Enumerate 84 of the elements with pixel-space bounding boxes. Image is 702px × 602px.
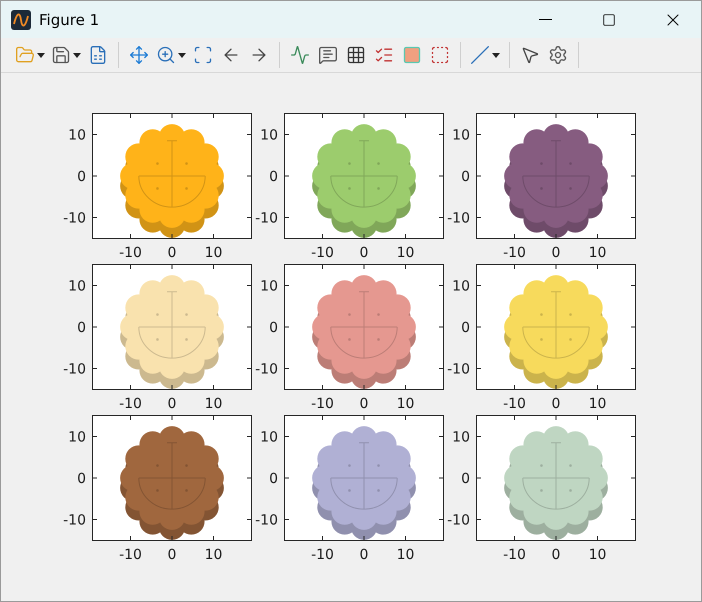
cake-pattern bbox=[522, 442, 590, 510]
grid-icon bbox=[346, 45, 366, 65]
y-tick-label: 10 bbox=[68, 278, 86, 294]
caret-icon bbox=[37, 52, 45, 58]
y-tick-label: -10 bbox=[255, 210, 278, 226]
wave-icon bbox=[290, 45, 310, 65]
cake-pattern bbox=[138, 140, 206, 208]
cake-pattern bbox=[138, 291, 206, 359]
y-tick-label: 10 bbox=[452, 128, 470, 144]
y-tick-label: -10 bbox=[447, 512, 470, 528]
y-tick-label: 0 bbox=[461, 471, 470, 487]
y-tick-label: 10 bbox=[68, 430, 86, 446]
y-tick-label: 10 bbox=[452, 430, 470, 446]
cake-pattern bbox=[330, 140, 398, 208]
cake-pattern bbox=[330, 291, 398, 359]
y-tick-label: -10 bbox=[447, 210, 470, 226]
x-tick-label: 0 bbox=[168, 396, 176, 412]
y-tick-label: -10 bbox=[63, 512, 86, 528]
x-tick-label: -10 bbox=[119, 547, 142, 563]
x-tick-label: 0 bbox=[552, 396, 560, 412]
frame-corners-icon bbox=[193, 45, 213, 65]
y-tick-label: 10 bbox=[68, 128, 86, 144]
x-tick-label: 10 bbox=[588, 396, 606, 412]
y-tick-label: 0 bbox=[77, 471, 86, 487]
x-tick-label: 10 bbox=[204, 245, 222, 261]
x-tick-label: 0 bbox=[552, 245, 560, 261]
line-icon bbox=[470, 45, 490, 65]
x-tick-label: 0 bbox=[168, 547, 176, 563]
x-tick-label: -10 bbox=[311, 396, 334, 412]
x-tick-label: -10 bbox=[119, 245, 142, 261]
y-tick-label: 0 bbox=[269, 471, 278, 487]
x-tick-label: 0 bbox=[360, 245, 368, 261]
cake-pattern bbox=[330, 442, 398, 510]
y-tick-label: -10 bbox=[255, 362, 278, 378]
x-tick-label: -10 bbox=[311, 245, 334, 261]
x-tick-label: 0 bbox=[360, 547, 368, 563]
dashed-square-icon bbox=[430, 45, 450, 65]
x-tick-label: 10 bbox=[396, 547, 414, 563]
caret-icon bbox=[492, 52, 500, 58]
x-tick-label: -10 bbox=[311, 547, 334, 563]
app-logo-icon bbox=[11, 10, 31, 30]
y-tick-label: 0 bbox=[269, 169, 278, 185]
x-tick-label: 10 bbox=[204, 396, 222, 412]
y-tick-label: 10 bbox=[260, 430, 278, 446]
x-tick-label: 10 bbox=[396, 396, 414, 412]
y-tick-label: 0 bbox=[461, 169, 470, 185]
y-tick-label: 10 bbox=[260, 278, 278, 294]
y-tick-label: 0 bbox=[269, 320, 278, 336]
settings-icon bbox=[548, 45, 568, 65]
maximize-icon bbox=[602, 12, 616, 26]
y-tick-label: -10 bbox=[255, 512, 278, 528]
x-tick-label: -10 bbox=[503, 396, 526, 412]
y-tick-label: -10 bbox=[447, 362, 470, 378]
cursor-arrow-icon bbox=[520, 45, 540, 65]
x-tick-label: 10 bbox=[588, 547, 606, 563]
x-tick-label: 0 bbox=[360, 396, 368, 412]
x-tick-label: -10 bbox=[119, 396, 142, 412]
x-tick-label: 10 bbox=[396, 245, 414, 261]
cake-pattern bbox=[138, 442, 206, 510]
y-tick-label: 0 bbox=[77, 169, 86, 185]
x-tick-label: -10 bbox=[503, 245, 526, 261]
x-tick-label: -10 bbox=[503, 547, 526, 563]
spreadsheet-file-icon bbox=[88, 45, 108, 65]
y-tick-label: 0 bbox=[77, 320, 86, 336]
folder-icon bbox=[15, 45, 35, 65]
cake-pattern bbox=[522, 140, 590, 208]
y-tick-label: 10 bbox=[260, 128, 278, 144]
window-title: Figure 1 bbox=[39, 10, 100, 28]
x-tick-label: 10 bbox=[204, 547, 222, 563]
minimize-icon bbox=[538, 19, 552, 20]
legend-icon bbox=[318, 45, 338, 65]
y-tick-label: -10 bbox=[63, 210, 86, 226]
x-tick-label: 10 bbox=[588, 245, 606, 261]
x-tick-label: 0 bbox=[168, 245, 176, 261]
x-tick-label: 0 bbox=[552, 547, 560, 563]
four-arrows-icon bbox=[129, 45, 149, 65]
caret-icon bbox=[73, 52, 81, 58]
cake-pattern bbox=[522, 291, 590, 359]
colorbar-icon bbox=[402, 45, 422, 65]
caret-icon bbox=[178, 52, 186, 58]
zoom-in-icon bbox=[156, 45, 176, 65]
y-tick-label: 10 bbox=[452, 278, 470, 294]
y-tick-label: -10 bbox=[63, 362, 86, 378]
y-tick-label: 0 bbox=[461, 320, 470, 336]
